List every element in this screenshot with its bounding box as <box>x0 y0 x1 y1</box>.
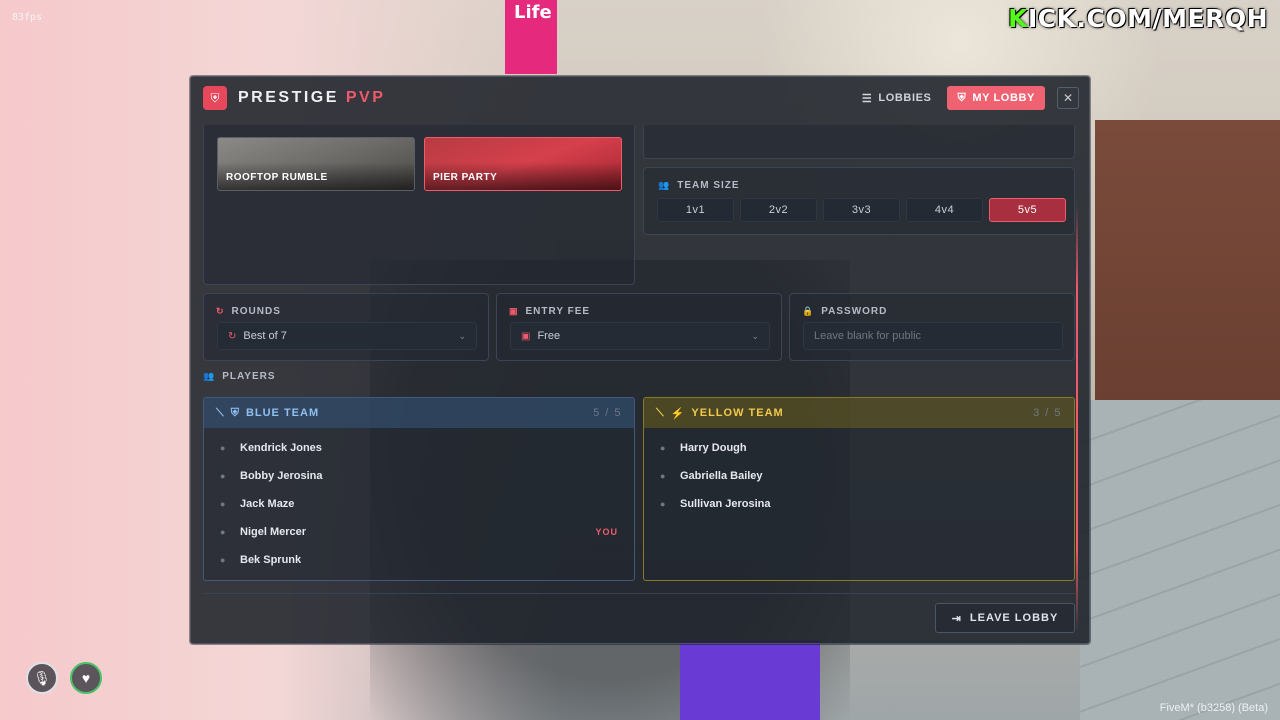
users-icon: 👥 <box>658 180 671 190</box>
shield-logo-icon: ⛨ <box>203 86 227 110</box>
background-sign-text: Life <box>514 2 552 23</box>
user-icon: ● <box>220 471 226 481</box>
yellow-team-panel: ⟍ ⚡ YELLOW TEAM 3 / 5 ● Harry Dough ● Ga… <box>643 397 1075 581</box>
entry-fee-field: ▣ ENTRY FEE ▣ Free ⌄ <box>496 293 782 361</box>
background-door <box>1095 120 1280 410</box>
yellow-team-count: 3 / 5 <box>1033 407 1062 419</box>
player-row[interactable]: ● Bek Sprunk <box>204 546 634 574</box>
shield-icon: ⛨ <box>230 406 240 419</box>
exit-icon: ⇥ <box>951 612 962 625</box>
user-icon: ● <box>220 527 226 537</box>
blue-team-count: 5 / 5 <box>593 407 622 419</box>
leave-lobby-button[interactable]: ⇥ LEAVE LOBBY <box>935 603 1075 633</box>
team-size-panel: 👥 TEAM SIZE 1v1 2v2 3v3 4v4 5v5 <box>643 167 1075 235</box>
map-card-pier-party[interactable]: PIER PARTY <box>424 137 622 191</box>
health-icon: ♥ <box>70 662 102 694</box>
user-icon: ● <box>660 499 666 509</box>
shield-icon: ⛨ <box>957 91 967 104</box>
player-row[interactable]: ● Nigel Mercer YOU <box>204 518 634 546</box>
money-icon: ▣ <box>521 330 531 342</box>
yellow-team-header: ⟍ ⚡ YELLOW TEAM 3 / 5 <box>644 398 1074 428</box>
password-field: 🔒 PASSWORD Leave blank for public <box>789 293 1075 361</box>
player-row[interactable]: ● Jack Maze <box>204 490 634 518</box>
close-button[interactable]: ✕ <box>1057 87 1079 109</box>
tab-lobbies[interactable]: ☰ LOBBIES <box>852 86 942 110</box>
lock-icon: 🔒 <box>802 306 815 316</box>
team-size-1v1[interactable]: 1v1 <box>657 198 734 222</box>
refresh-icon: ↻ <box>228 330 237 342</box>
background-character-pants <box>680 640 820 720</box>
you-badge: YOU <box>595 527 618 537</box>
accent-edge <box>1076 203 1078 633</box>
tab-my-lobby[interactable]: ⛨ MY LOBBY <box>947 86 1045 110</box>
rounds-select[interactable]: ↻ Best of 7 ⌄ <box>217 322 477 350</box>
user-icon: ● <box>660 471 666 481</box>
chevron-down-icon: ⌄ <box>751 330 759 341</box>
players-heading: 👥 PLAYERS <box>203 371 276 382</box>
team-size-5v5[interactable]: 5v5 <box>989 198 1066 222</box>
user-icon: ● <box>220 555 226 565</box>
map-card-rooftop-rumble[interactable]: ROOFTOP RUMBLE <box>217 137 415 191</box>
rounds-field: ↻ ROUNDS ↻ Best of 7 ⌄ <box>203 293 489 361</box>
blue-team-header: ⟍ ⛨ BLUE TEAM 5 / 5 <box>204 398 634 428</box>
window-header: ⛨ PRESTIGE PVP ☰ LOBBIES ⛨ MY LOBBY ✕ <box>191 77 1089 119</box>
lobby-window: ⛨ PRESTIGE PVP ☰ LOBBIES ⛨ MY LOBBY ✕ RO… <box>190 76 1090 644</box>
app-title: PRESTIGE PVP <box>238 89 386 106</box>
yellow-team-list: ● Harry Dough ● Gabriella Bailey ● Sulli… <box>644 428 1074 518</box>
chevron-icon: ⟍ <box>656 406 665 419</box>
lightning-icon: ⚡ <box>670 407 686 420</box>
chevron-down-icon: ⌄ <box>458 330 466 341</box>
player-row[interactable]: ● Sullivan Jerosina <box>644 490 1074 518</box>
team-size-4v4[interactable]: 4v4 <box>906 198 983 222</box>
user-icon: ● <box>220 499 226 509</box>
player-row[interactable]: ● Harry Dough <box>644 434 1074 462</box>
user-icon: ● <box>660 443 666 453</box>
chevron-icon: ⟍ <box>216 406 225 419</box>
stream-watermark: KICK.COM/MERQH <box>1008 4 1268 33</box>
microphone-icon: 🎙 <box>26 662 58 694</box>
list-icon: ☰ <box>861 92 873 105</box>
users-icon: 👥 <box>203 371 216 381</box>
background-floor <box>1080 400 1280 720</box>
team-size-2v2[interactable]: 2v2 <box>740 198 817 222</box>
password-input[interactable]: Leave blank for public <box>803 322 1063 350</box>
fivem-version: FiveM* (b3258) (Beta) <box>1159 702 1268 714</box>
team-size-label: TEAM SIZE <box>677 180 740 191</box>
blue-team-panel: ⟍ ⛨ BLUE TEAM 5 / 5 ● Kendrick Jones ● B… <box>203 397 635 581</box>
user-icon: ● <box>220 443 226 453</box>
blue-team-list: ● Kendrick Jones ● Bobby Jerosina ● Jack… <box>204 428 634 574</box>
team-size-3v3[interactable]: 3v3 <box>823 198 900 222</box>
money-icon: ▣ <box>509 306 519 316</box>
refresh-icon: ↻ <box>216 306 225 316</box>
game-mode-panel <box>643 125 1075 159</box>
entry-fee-select[interactable]: ▣ Free ⌄ <box>510 322 770 350</box>
player-row[interactable]: ● Bobby Jerosina <box>204 462 634 490</box>
map-selection-panel: ROOFTOP RUMBLE PIER PARTY <box>203 125 635 285</box>
footer-divider <box>203 593 1075 594</box>
fps-counter: 83fps <box>12 12 43 23</box>
player-row[interactable]: ● Kendrick Jones <box>204 434 634 462</box>
player-row[interactable]: ● Gabriella Bailey <box>644 462 1074 490</box>
team-size-options: 1v1 2v2 3v3 4v4 5v5 <box>657 198 1066 222</box>
